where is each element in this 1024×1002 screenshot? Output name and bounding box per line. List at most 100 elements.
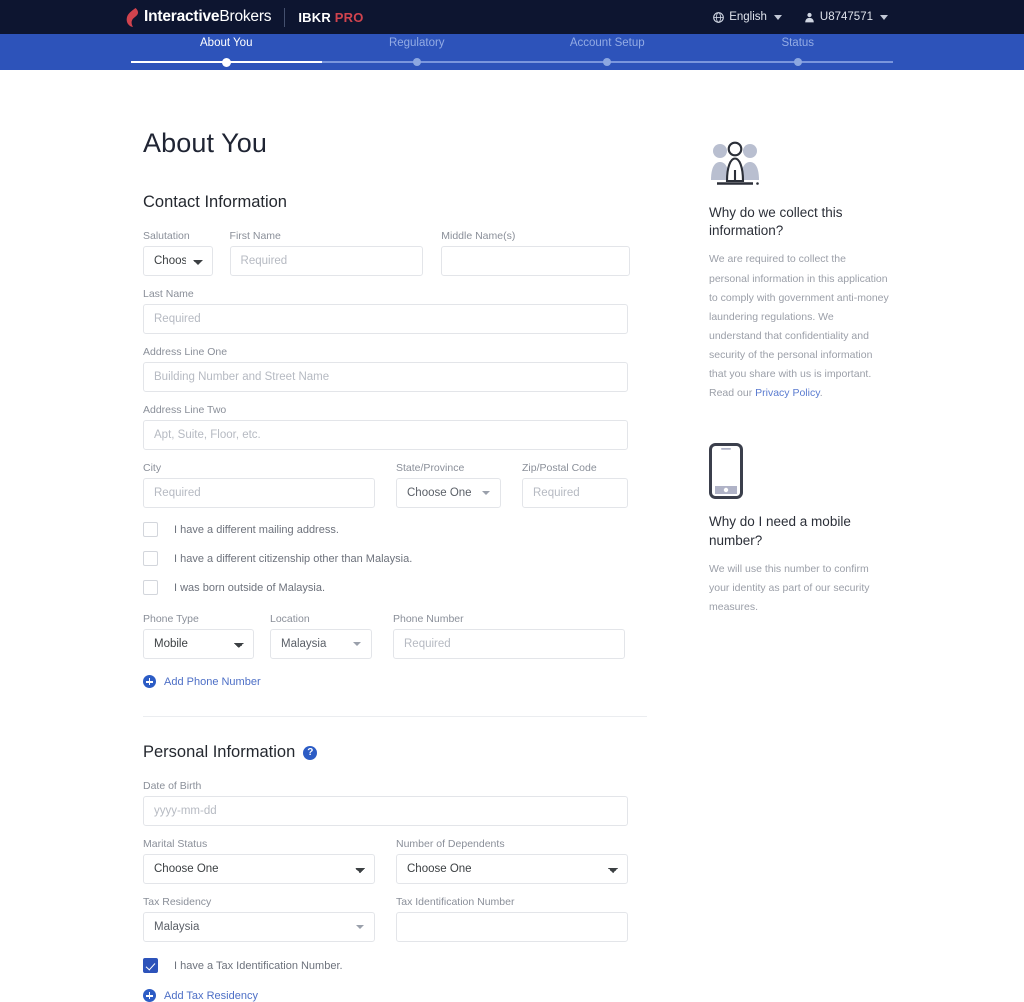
help-block-text-after: . (820, 387, 823, 399)
phone-location-select[interactable]: Malaysia (270, 629, 372, 659)
zip-postal-input[interactable] (522, 478, 628, 508)
progress-dot-about-you[interactable] (222, 58, 231, 67)
state-province-label: State/Province (396, 462, 501, 474)
help-block-text: We are required to collect the personal … (709, 250, 889, 403)
chevron-down-icon (880, 15, 888, 20)
progress-step-regulatory[interactable]: Regulatory (322, 37, 513, 49)
account-id-label: U8747571 (820, 11, 873, 23)
citizenship-checkbox-row[interactable]: I have a different citizenship other tha… (143, 551, 630, 566)
phone-type-label: Phone Type (143, 613, 254, 625)
header-right-controls: English U8747571 (713, 11, 888, 23)
progress-step-account-setup[interactable]: Account Setup (512, 37, 703, 49)
mailing-address-checkbox-label: I have a different mailing address. (174, 524, 339, 536)
chevron-down-icon (774, 15, 782, 20)
product-badge-pro: PRO (335, 10, 364, 25)
phone-number-label: Phone Number (393, 613, 625, 625)
first-name-field: First Name (230, 230, 424, 276)
chevron-down-icon (482, 491, 490, 495)
plus-circle-icon (143, 989, 156, 1002)
salutation-select[interactable]: Choose (143, 246, 213, 276)
tax-row: Tax Residency Malaysia Tax Identificatio… (143, 896, 630, 942)
date-of-birth-input[interactable] (143, 796, 628, 826)
number-of-dependents-label: Number of Dependents (396, 838, 628, 850)
language-selector[interactable]: English (713, 11, 782, 23)
number-of-dependents-select[interactable]: Choose One (396, 854, 628, 884)
tax-id-checkbox[interactable] (143, 958, 158, 973)
tax-identification-number-input[interactable] (396, 912, 628, 942)
last-name-label: Last Name (143, 288, 628, 300)
city-field: City (143, 462, 375, 508)
help-block-title: Why do I need a mobile number? (709, 513, 889, 549)
phone-row: Phone Type Mobile Location Malaysia Phon… (143, 613, 630, 659)
born-outside-checkbox-label: I was born outside of Malaysia. (174, 582, 325, 594)
account-menu[interactable]: U8747571 (804, 11, 888, 23)
middle-name-label: Middle Name(s) (441, 230, 630, 242)
state-province-select[interactable]: Choose One (396, 478, 501, 508)
people-group-icon (709, 140, 761, 190)
marital-status-field: Marital Status Choose One (143, 838, 375, 884)
state-province-value: Choose One (407, 487, 472, 499)
progress-dot-status[interactable] (794, 58, 802, 66)
add-phone-number-link[interactable]: Add Phone Number (143, 675, 261, 688)
privacy-policy-link[interactable]: Privacy Policy (755, 387, 820, 399)
help-block-collect-information: Why do we collect this information? We a… (709, 140, 889, 403)
chevron-down-icon (356, 925, 364, 929)
add-phone-number-label: Add Phone Number (164, 676, 261, 688)
help-block-mobile-number: Why do I need a mobile number? We will u… (709, 443, 889, 617)
brand-name: InteractiveBrokers (144, 8, 271, 26)
date-of-birth-field: Date of Birth (143, 780, 628, 826)
born-outside-checkbox-row[interactable]: I was born outside of Malaysia. (143, 580, 630, 595)
progress-dot-regulatory[interactable] (413, 58, 421, 66)
progress-step-about-you[interactable]: About You (131, 37, 322, 49)
phone-number-input[interactable] (393, 629, 625, 659)
personal-information-heading-row: Personal Information ? (143, 717, 1024, 762)
city-state-zip-row: City State/Province Choose One Zip/Posta… (143, 462, 630, 508)
brand-name-light: Brokers (219, 8, 271, 25)
marital-status-label: Marital Status (143, 838, 375, 850)
citizenship-checkbox-label: I have a different citizenship other tha… (174, 553, 412, 565)
tax-residency-field: Tax Residency Malaysia (143, 896, 375, 942)
progress-dot-account-setup[interactable] (603, 58, 611, 66)
add-tax-residency-link[interactable]: Add Tax Residency (143, 989, 258, 1002)
brand-name-bold: Interactive (144, 8, 219, 25)
mailing-address-checkbox-row[interactable]: I have a different mailing address. (143, 522, 630, 537)
address-line-one-input[interactable] (143, 362, 628, 392)
tax-residency-select[interactable]: Malaysia (143, 912, 375, 942)
born-outside-checkbox[interactable] (143, 580, 158, 595)
top-header-bar: InteractiveBrokers IBKR PRO English U874… (0, 0, 1024, 34)
marital-status-select[interactable]: Choose One (143, 854, 375, 884)
progress-step-labels: About You Regulatory Account Setup Statu… (131, 34, 893, 56)
middle-name-input[interactable] (441, 246, 630, 276)
address-line-two-input[interactable] (143, 420, 628, 450)
chevron-down-icon (353, 642, 361, 646)
progress-dot-wrap (512, 58, 703, 67)
zip-postal-label: Zip/Postal Code (522, 462, 628, 474)
personal-information-form: Date of Birth Marital Status Choose One … (143, 762, 630, 1002)
tax-residency-value: Malaysia (154, 921, 199, 933)
first-name-input[interactable] (230, 246, 424, 276)
first-name-label: First Name (230, 230, 424, 242)
contact-checkbox-group: I have a different mailing address. I ha… (143, 522, 630, 595)
question-mark-icon[interactable]: ? (303, 746, 317, 760)
phone-location-value: Malaysia (281, 638, 326, 650)
brand-logo[interactable]: InteractiveBrokers IBKR PRO (126, 8, 364, 27)
progress-dots (131, 58, 893, 67)
date-of-birth-row: Date of Birth (143, 780, 630, 826)
progress-dot-wrap (131, 58, 322, 67)
application-progress-bar: About You Regulatory Account Setup Statu… (0, 34, 1024, 70)
tax-id-checkbox-row[interactable]: I have a Tax Identification Number. (143, 958, 630, 973)
language-label: English (729, 11, 767, 23)
progress-step-status[interactable]: Status (703, 37, 894, 49)
address-line-one-field: Address Line One (143, 346, 628, 392)
city-input[interactable] (143, 478, 375, 508)
citizenship-checkbox[interactable] (143, 551, 158, 566)
number-of-dependents-field: Number of Dependents Choose One (396, 838, 628, 884)
zip-postal-field: Zip/Postal Code (522, 462, 628, 508)
state-province-field: State/Province Choose One (396, 462, 501, 508)
phone-type-select[interactable]: Mobile (143, 629, 254, 659)
phone-location-field: Location Malaysia (270, 613, 372, 659)
mailing-address-checkbox[interactable] (143, 522, 158, 537)
help-block-text: We will use this number to confirm your … (709, 560, 889, 617)
tax-residency-label: Tax Residency (143, 896, 375, 908)
last-name-input[interactable] (143, 304, 628, 334)
